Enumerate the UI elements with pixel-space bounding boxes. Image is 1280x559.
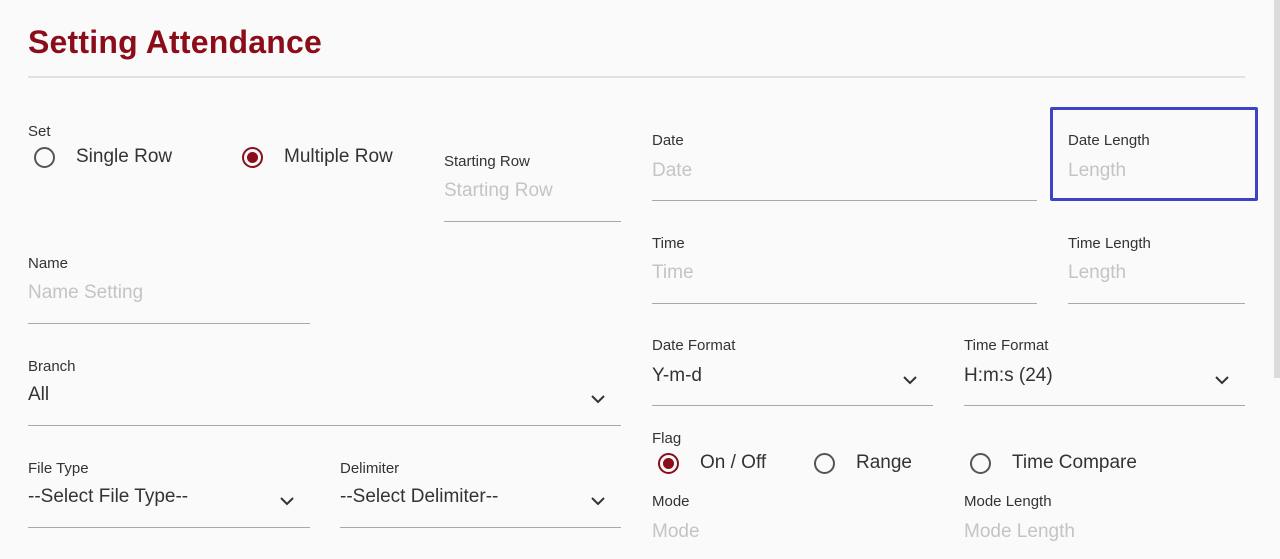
delimiter-value: --Select Delimiter-- <box>340 486 499 507</box>
branch-label: Branch <box>28 358 76 375</box>
chevron-down-icon <box>1215 373 1229 387</box>
flag-radio-on-off[interactable]: On / Off <box>658 452 766 474</box>
file-type-value: --Select File Type-- <box>28 486 189 507</box>
delimiter-select[interactable]: --Select Delimiter-- <box>340 486 621 528</box>
mode-label: Mode <box>652 493 690 510</box>
file-type-select[interactable]: --Select File Type-- <box>28 486 310 528</box>
time-field <box>652 262 1037 304</box>
name-label: Name <box>28 255 69 272</box>
flag-option-label: Range <box>856 452 912 473</box>
time-label: Time <box>652 235 685 252</box>
mode-input[interactable] <box>652 521 933 543</box>
set-option-label: Single Row <box>76 146 173 167</box>
name-field <box>28 282 310 324</box>
flag-option-label: On / Off <box>700 452 767 473</box>
set-label: Set <box>28 123 51 140</box>
date-format-value: Y-m-d <box>652 365 702 386</box>
date-length-label: Date Length <box>1068 132 1150 149</box>
starting-row-label: Starting Row <box>444 153 530 170</box>
mode-length-input[interactable] <box>964 521 1245 543</box>
radio-checked-icon <box>242 146 263 168</box>
time-format-label: Time Format <box>964 337 1049 354</box>
time-length-field <box>1068 262 1245 304</box>
mode-length-label: Mode Length <box>964 493 1052 510</box>
date-field <box>652 160 1037 201</box>
radio-unchecked-icon <box>814 452 835 474</box>
set-radio-multiple-row[interactable]: Multiple Row <box>242 146 393 168</box>
starting-row-input[interactable] <box>444 180 621 202</box>
date-label: Date <box>652 132 684 149</box>
flag-radio-time-compare[interactable]: Time Compare <box>970 452 1137 474</box>
chevron-down-icon <box>280 494 294 508</box>
title-divider <box>28 76 1245 78</box>
radio-unchecked-icon <box>970 452 991 474</box>
set-option-label: Multiple Row <box>284 146 393 167</box>
flag-label: Flag <box>652 430 682 447</box>
date-length-field <box>1068 160 1246 190</box>
flag-option-label: Time Compare <box>1012 452 1137 473</box>
chevron-down-icon <box>903 373 917 387</box>
mode-length-field <box>964 521 1245 559</box>
time-format-select[interactable]: H:m:s (24) <box>964 365 1245 406</box>
delimiter-label: Delimiter <box>340 460 400 477</box>
time-length-label: Time Length <box>1068 235 1151 252</box>
mode-field <box>652 521 933 559</box>
branch-select[interactable]: All <box>28 384 621 426</box>
date-input[interactable] <box>652 160 1037 182</box>
flag-radio-range[interactable]: Range <box>814 452 912 474</box>
time-length-input[interactable] <box>1068 262 1245 284</box>
chevron-down-icon <box>591 494 605 508</box>
chevron-down-icon <box>591 392 605 406</box>
branch-value: All <box>28 384 50 405</box>
date-format-select[interactable]: Y-m-d <box>652 365 933 406</box>
page-title: Setting Attendance <box>28 24 322 60</box>
date-format-label: Date Format <box>652 337 736 354</box>
time-input[interactable] <box>652 262 1037 284</box>
time-format-value: H:m:s (24) <box>964 365 1053 386</box>
set-radio-single-row[interactable]: Single Row <box>34 146 172 168</box>
date-length-input[interactable] <box>1068 160 1246 182</box>
scrollbar[interactable] <box>1274 0 1280 378</box>
radio-unchecked-icon <box>34 146 55 168</box>
radio-checked-icon <box>658 452 679 474</box>
name-setting-input[interactable] <box>28 282 310 304</box>
file-type-label: File Type <box>28 460 89 477</box>
starting-row-field <box>444 180 621 222</box>
